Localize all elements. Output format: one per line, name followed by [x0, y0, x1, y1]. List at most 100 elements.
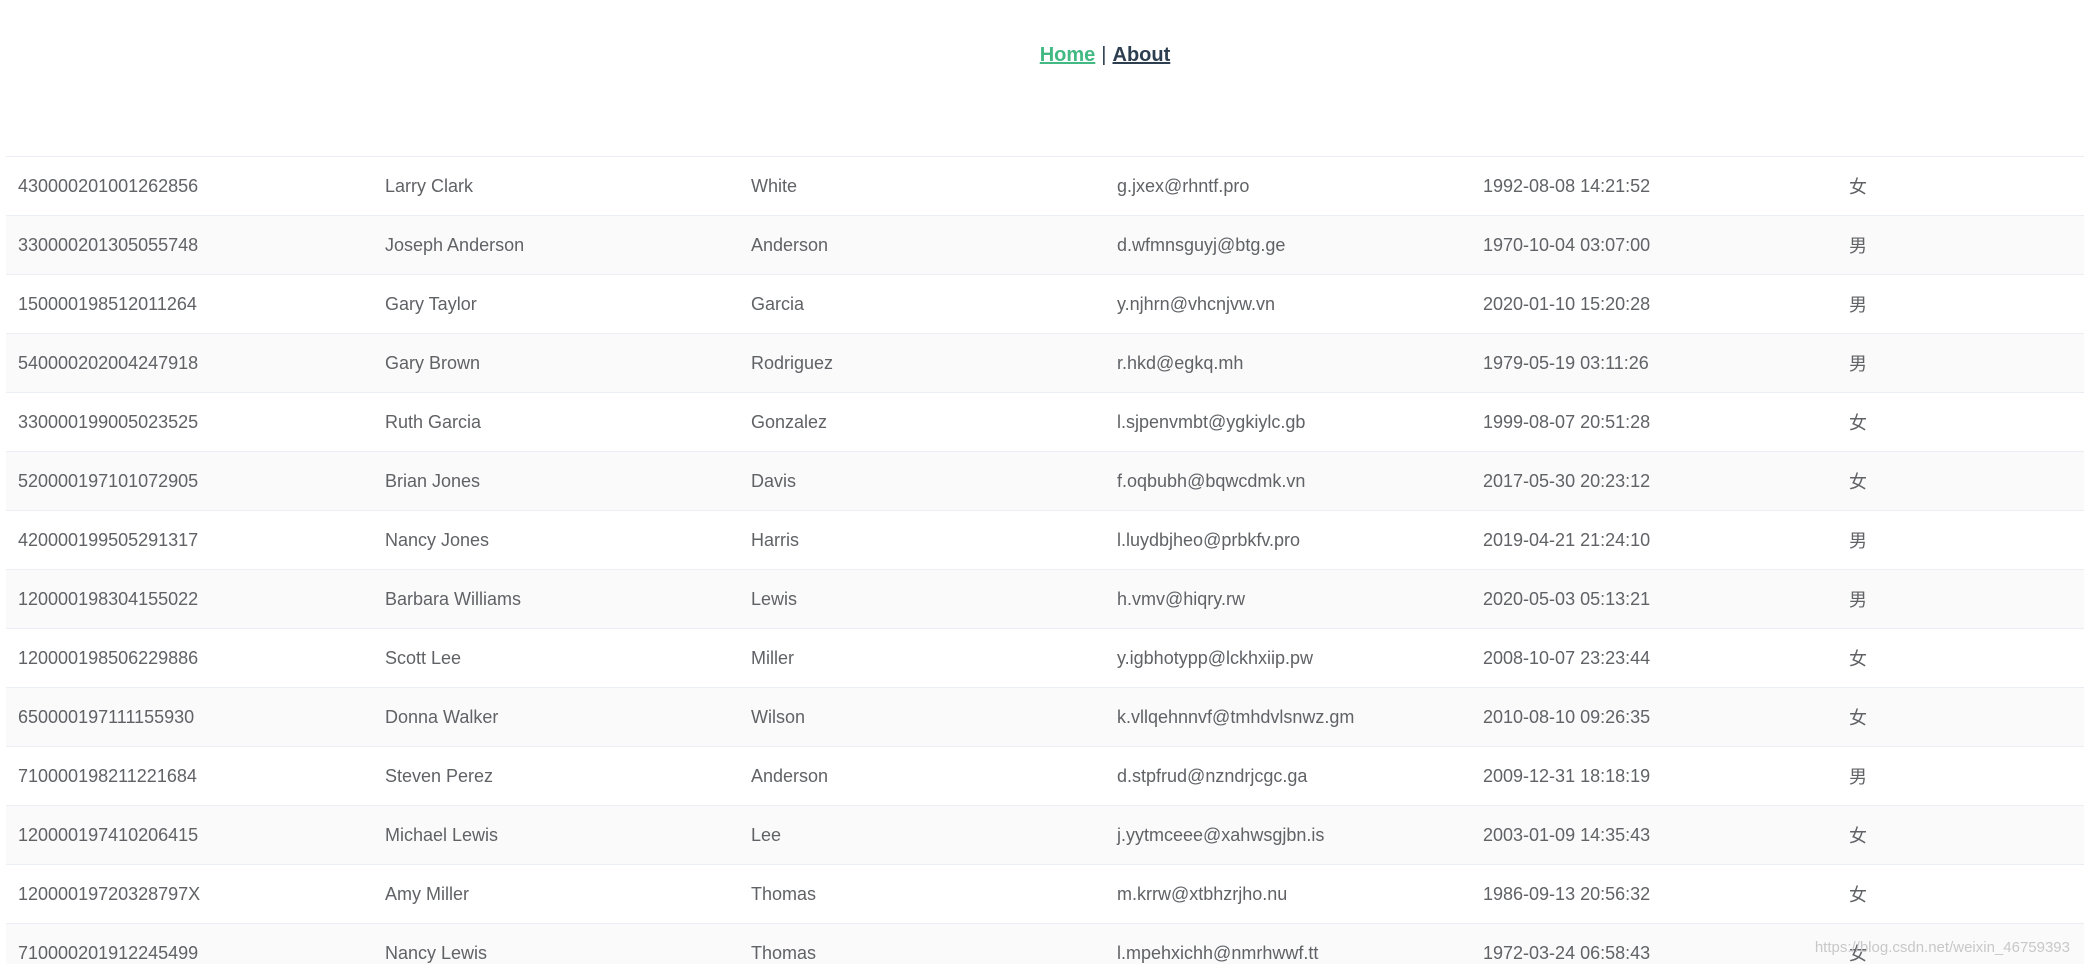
email-cell: y.igbhotypp@lckhxiip.pw	[1117, 647, 1314, 668]
table-row: 150000198512011264 Gary Taylor Garcia y.njh…	[6, 275, 2084, 334]
table-row: 540000202004247918 Gary Brown Rodriguez r.h…	[6, 334, 2084, 393]
surname-cell: Wilson	[751, 706, 806, 727]
email-cell: r.hkd@egkq.mh	[1117, 352, 1244, 373]
surname-cell: Lee	[751, 824, 782, 845]
gender-cell: 男	[1849, 590, 1867, 610]
id-cell: 150000198512011264	[18, 293, 197, 314]
gender-cell: 女	[1849, 177, 1867, 197]
surname-cell: Anderson	[751, 234, 829, 255]
table-row: 420000199505291317 Nancy Jones Harris l.luy…	[6, 511, 2084, 570]
gender-cell: 女	[1849, 649, 1867, 669]
id-cell: 520000197101072905	[18, 470, 199, 491]
gender-cell: 女	[1849, 472, 1867, 492]
datetime-cell: 2019-04-21 21:24:10	[1483, 529, 1651, 550]
id-cell: 120000198304155022	[18, 588, 199, 609]
datetime-cell: 2008-10-07 23:23:44	[1483, 647, 1651, 668]
email-cell: g.jxex@rhntf.pro	[1117, 175, 1250, 196]
name-cell: Larry Clark	[385, 175, 474, 196]
nav-about-link[interactable]: About	[1113, 44, 1171, 66]
surname-cell: Garcia	[751, 293, 805, 314]
datetime-cell: 2003-01-09 14:35:43	[1483, 824, 1651, 845]
datetime-cell: 2020-05-03 05:13:21	[1483, 588, 1651, 609]
email-cell: d.wfmnsguyj@btg.ge	[1117, 234, 1286, 255]
id-cell: 540000202004247918	[18, 352, 199, 373]
gender-cell: 男	[1849, 295, 1867, 315]
name-cell: Gary Taylor	[385, 293, 477, 314]
name-cell: Donna Walker	[385, 706, 499, 727]
email-cell: l.luydbjheo@prbkfv.pro	[1117, 529, 1301, 550]
gender-cell: 女	[1849, 826, 1867, 846]
page: Home | About 430000201001262856 Larry Clark…	[0, 0, 2084, 964]
surname-cell: Thomas	[751, 883, 817, 904]
datetime-cell: 1970-10-04 03:07:00	[1483, 234, 1651, 255]
surname-cell: White	[751, 175, 798, 196]
datetime-cell: 1972-03-24 06:58:43	[1483, 942, 1651, 963]
email-cell: l.mpehxichh@nmrhwwf.tt	[1117, 942, 1319, 963]
id-cell: 12000019720328797X	[18, 883, 201, 904]
table-row: 120000197410206415 Michael Lewis Lee j.yytm…	[6, 806, 2084, 865]
surname-cell: Anderson	[751, 765, 829, 786]
id-cell: 120000198506229886	[18, 647, 199, 668]
gender-cell: 男	[1849, 236, 1867, 256]
datetime-cell: 1999-08-07 20:51:28	[1483, 411, 1651, 432]
gender-cell: 男	[1849, 531, 1867, 551]
datetime-cell: 2009-12-31 18:18:19	[1483, 765, 1651, 786]
table-row: 430000201001262856 Larry Clark White g.jxex…	[6, 157, 2084, 216]
name-cell: Ruth Garcia	[385, 411, 482, 432]
nav-home-link[interactable]: Home	[1040, 44, 1096, 66]
surname-cell: Harris	[751, 529, 799, 550]
id-cell: 650000197111155930	[18, 706, 195, 727]
top-nav: Home | About	[0, 40, 2084, 70]
email-cell: j.yytmceee@xahwsgjbn.is	[1117, 824, 1325, 845]
name-cell: Barbara Williams	[385, 588, 522, 609]
email-cell: k.vllqehnnvf@tmhdvlsnwz.gm	[1117, 706, 1355, 727]
email-cell: m.krrw@xtbhzrjho.nu	[1117, 883, 1288, 904]
datetime-cell: 1992-08-08 14:21:52	[1483, 175, 1651, 196]
datetime-cell: 2010-08-10 09:26:35	[1483, 706, 1651, 727]
gender-cell: 女	[1849, 708, 1867, 728]
id-cell: 710000198211221684	[18, 765, 197, 786]
id-cell: 430000201001262856	[18, 175, 199, 196]
table-row: 120000198506229886 Scott Lee Miller y.igbho…	[6, 629, 2084, 688]
gender-cell: 女	[1849, 413, 1867, 433]
nav-separator: |	[1101, 44, 1107, 66]
id-cell: 330000199005023525	[18, 411, 199, 432]
table-row: 330000199005023525 Ruth Garcia Gonzalez l.s…	[6, 393, 2084, 452]
name-cell: Michael Lewis	[385, 824, 499, 845]
name-cell: Scott Lee	[385, 647, 462, 668]
email-cell: y.njhrn@vhcnjvw.vn	[1117, 293, 1276, 314]
surname-cell: Miller	[751, 647, 794, 668]
name-cell: Amy Miller	[385, 883, 469, 904]
datetime-cell: 1986-09-13 20:56:32	[1483, 883, 1651, 904]
id-cell: 420000199505291317	[18, 529, 199, 550]
table-row: 12000019720328797X Amy Miller Thomas m.krrw…	[6, 865, 2084, 924]
name-cell: Brian Jones	[385, 470, 481, 491]
table-row: 330000201305055748 Joseph Anderson Anderso…	[6, 216, 2084, 275]
id-cell: 710000201912245499	[18, 942, 199, 963]
gender-cell: 男	[1849, 767, 1867, 787]
datetime-cell: 2017-05-30 20:23:12	[1483, 470, 1651, 491]
email-cell: d.stpfrud@nzndrjcgc.ga	[1117, 765, 1308, 786]
surname-cell: Davis	[751, 470, 797, 491]
name-cell: Gary Brown	[385, 352, 481, 373]
table-row: 120000198304155022 Barbara Williams Lewis h…	[6, 570, 2084, 629]
id-cell: 120000197410206415	[18, 824, 199, 845]
email-cell: h.vmv@hiqry.rw	[1117, 588, 1245, 609]
surname-cell: Gonzalez	[751, 411, 828, 432]
surname-cell: Lewis	[751, 588, 798, 609]
email-cell: f.oqbubh@bqwcdmk.vn	[1117, 470, 1306, 491]
datetime-cell: 2020-01-10 15:20:28	[1483, 293, 1651, 314]
table-row: 650000197111155930 Donna Walker Wilson k.vl…	[6, 688, 2084, 747]
table-row: 520000197101072905 Brian Jones Davis f.oqbu…	[6, 452, 2084, 511]
email-cell: l.sjpenvmbt@ygkiylc.gb	[1117, 411, 1306, 432]
name-cell: Nancy Jones	[385, 529, 490, 550]
gender-cell: 男	[1849, 354, 1867, 374]
datetime-cell: 1979-05-19 03:11:26	[1483, 352, 1649, 373]
table-row: 710000198211221684 Steven Perez Anderson d.…	[6, 747, 2084, 806]
gender-cell: 女	[1849, 885, 1867, 905]
table-row: 710000201912245499 Nancy Lewis Thomas l.mpe…	[6, 924, 2084, 964]
data-table: 430000201001262856 Larry Clark White g.jxex…	[6, 156, 2084, 964]
id-cell: 330000201305055748	[18, 234, 199, 255]
name-cell: Steven Perez	[385, 765, 494, 786]
surname-cell: Rodriguez	[751, 352, 834, 373]
